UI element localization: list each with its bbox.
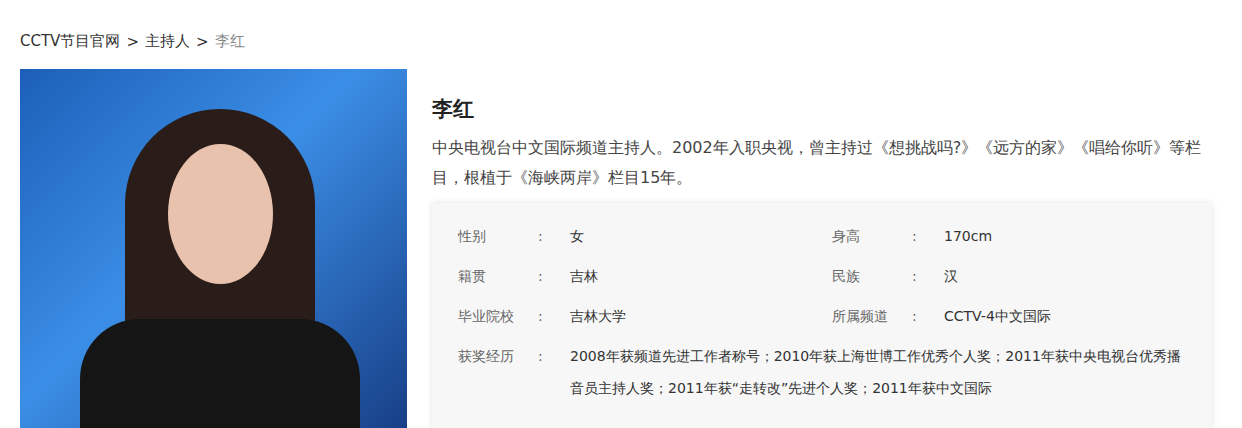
detail-label: 身高 bbox=[832, 225, 912, 247]
profile-info: 李红中央电视台中文国际频道主持人。2002年入职央视，曾主持过《想挑战吗?》《远… bbox=[407, 69, 1224, 428]
suit-shape bbox=[80, 319, 360, 428]
detail-colon: : bbox=[538, 265, 570, 287]
detail-label: 毕业院校 bbox=[458, 305, 538, 327]
awards-row: 获奖经历:2008年获频道先进工作者称号；2010年获上海世博工作优秀个人奖；2… bbox=[458, 337, 1186, 404]
detail-colon: : bbox=[538, 305, 570, 327]
breadcrumb-item[interactable]: 主持人 bbox=[145, 32, 190, 51]
breadcrumb: CCTV节目官网 > 主持人 > 李红 bbox=[0, 0, 1242, 69]
breadcrumb-item: 李红 bbox=[215, 32, 245, 51]
detail-value: 吉林大学 bbox=[570, 305, 812, 327]
detail-row: 毕业院校:吉林大学 bbox=[458, 297, 812, 337]
details-grid: 性别:女身高:170cm籍贯:吉林民族:汉毕业院校:吉林大学所属频道:CCTV-… bbox=[458, 217, 1186, 404]
detail-label: 性别 bbox=[458, 225, 538, 247]
detail-value: 吉林 bbox=[570, 265, 812, 287]
detail-value: 汉 bbox=[944, 265, 1186, 287]
detail-label: 所属频道 bbox=[832, 305, 912, 327]
host-photo bbox=[20, 69, 407, 428]
detail-row: 民族:汉 bbox=[832, 257, 1186, 297]
detail-label: 籍贯 bbox=[458, 265, 538, 287]
detail-row: 籍贯:吉林 bbox=[458, 257, 812, 297]
detail-value: 女 bbox=[570, 225, 812, 247]
detail-colon: : bbox=[538, 340, 570, 372]
detail-row: 所属频道:CCTV-4中文国际 bbox=[832, 297, 1186, 337]
breadcrumb-separator: > bbox=[126, 33, 139, 51]
detail-colon: : bbox=[912, 305, 944, 327]
detail-value: 170cm bbox=[944, 225, 1186, 247]
face-shape bbox=[168, 144, 273, 284]
detail-colon: : bbox=[912, 265, 944, 287]
detail-colon: : bbox=[538, 225, 570, 247]
details-box: 性别:女身高:170cm籍贯:吉林民族:汉毕业院校:吉林大学所属频道:CCTV-… bbox=[432, 203, 1212, 428]
breadcrumb-item[interactable]: CCTV节目官网 bbox=[20, 32, 120, 51]
detail-label: 获奖经历 bbox=[458, 340, 538, 372]
host-name: 李红 bbox=[432, 95, 1212, 123]
profile-page: CCTV节目官网>主持人>李红李红中央电视台中文国际频道主持人。2002年入职央… bbox=[0, 0, 1242, 428]
detail-row: 身高:170cm bbox=[832, 217, 1186, 257]
awards-value: 2008年获频道先进工作者称号；2010年获上海世博工作优秀个人奖；2011年获… bbox=[570, 340, 1186, 404]
detail-colon: : bbox=[912, 225, 944, 247]
host-description: 中央电视台中文国际频道主持人。2002年入职央视，曾主持过《想挑战吗?》《远方的… bbox=[432, 133, 1212, 193]
detail-value: CCTV-4中文国际 bbox=[944, 305, 1186, 327]
profile-card: 李红中央电视台中文国际频道主持人。2002年入职央视，曾主持过《想挑战吗?》《远… bbox=[0, 69, 1242, 428]
detail-label: 民族 bbox=[832, 265, 912, 287]
detail-row: 性别:女 bbox=[458, 217, 812, 257]
breadcrumb-separator: > bbox=[196, 33, 209, 51]
